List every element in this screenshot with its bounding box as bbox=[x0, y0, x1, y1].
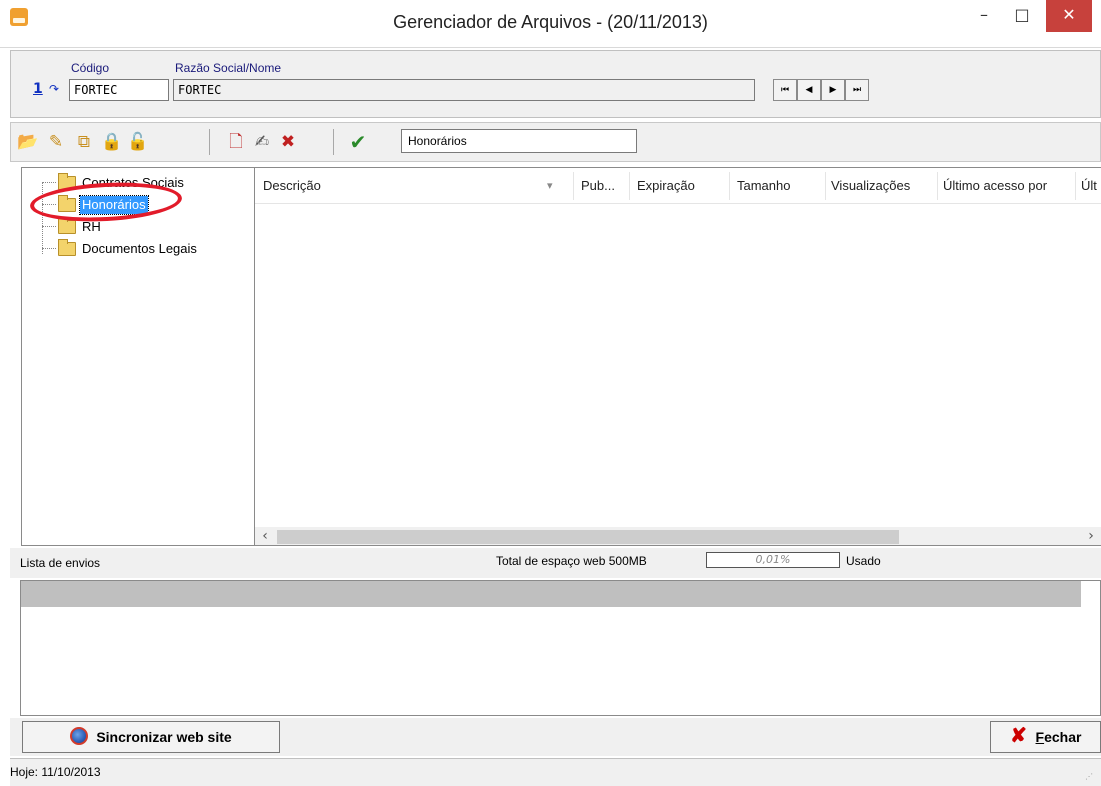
column-separator bbox=[937, 172, 938, 200]
first-record-button[interactable]: ⏮ bbox=[773, 79, 797, 101]
sync-icon bbox=[70, 727, 89, 746]
folder-tree: Contratos Sociais Honorários RH Document… bbox=[21, 167, 255, 546]
minimize-button[interactable]: – bbox=[970, 0, 998, 32]
tree-item-label: Documentos Legais bbox=[82, 241, 197, 256]
scroll-left-icon[interactable]: ‹ bbox=[255, 527, 275, 545]
tree-connector bbox=[42, 248, 56, 249]
close-button-label: Fechar bbox=[1035, 729, 1082, 745]
toolbar: 📂 ✎ ⧉ 🔒 🔓 🗋 ✍ ✖ ✔ Honorários bbox=[10, 122, 1101, 162]
tree-connector bbox=[42, 182, 56, 183]
total-space-label: Total de espaço web 500MB bbox=[496, 554, 647, 568]
column-separator bbox=[729, 172, 730, 200]
sync-website-button[interactable]: Sincronizar web site bbox=[22, 721, 280, 753]
razao-field[interactable]: FORTEC bbox=[173, 79, 755, 101]
next-record-button[interactable]: ▶ bbox=[821, 79, 845, 101]
scroll-thumb[interactable] bbox=[277, 530, 899, 544]
lock-icon[interactable]: 🔒 bbox=[101, 131, 123, 153]
column-header-visualizacoes[interactable]: Visualizações bbox=[831, 176, 937, 200]
column-separator bbox=[1075, 172, 1076, 200]
razao-label: Razão Social/Nome bbox=[175, 61, 282, 75]
column-separator bbox=[825, 172, 826, 200]
file-new-icon[interactable]: 🗋 bbox=[225, 131, 247, 153]
file-edit-icon[interactable]: ✍ bbox=[251, 131, 273, 153]
close-window-button[interactable]: ✕ bbox=[1046, 0, 1092, 32]
envios-list[interactable] bbox=[20, 580, 1101, 716]
column-separator bbox=[629, 172, 630, 200]
title-bar: Gerenciador de Arquivos - (20/11/2013) –… bbox=[0, 0, 1101, 48]
column-header-descricao[interactable]: Descrição bbox=[263, 176, 533, 200]
header-divider bbox=[255, 203, 1101, 204]
list-header-row bbox=[21, 581, 1081, 607]
column-header-tamanho[interactable]: Tamanho bbox=[737, 176, 823, 200]
envios-label: Lista de envios bbox=[20, 556, 101, 570]
toolbar-separator bbox=[209, 129, 210, 155]
tree-connector bbox=[42, 182, 43, 254]
column-header-ultimo-acesso[interactable]: Último acesso por bbox=[943, 176, 1075, 200]
tree-connector bbox=[42, 226, 56, 227]
tree-item-documentos[interactable]: Documentos Legais bbox=[58, 239, 248, 260]
sync-button-label: Sincronizar web site bbox=[96, 729, 232, 745]
button-bar: Sincronizar web site ✘ Fechar bbox=[10, 718, 1101, 756]
previous-record-button[interactable]: ◀ bbox=[797, 79, 821, 101]
status-date: Hoje: 11/10/2013 bbox=[10, 765, 101, 779]
maximize-button[interactable]: □ bbox=[1008, 0, 1036, 32]
column-header-pub[interactable]: Pub... bbox=[581, 176, 625, 200]
selected-folder-field[interactable]: Honorários bbox=[401, 129, 637, 153]
folder-copy-icon[interactable]: ⧉ bbox=[73, 131, 95, 153]
column-header-expiracao[interactable]: Expiração bbox=[637, 176, 727, 200]
header-panel: Código Razão Social/Nome 1 ↷ FORTEC FORT… bbox=[10, 50, 1101, 118]
scroll-right-icon[interactable]: › bbox=[1081, 527, 1101, 545]
column-separator bbox=[573, 172, 574, 200]
window-title: Gerenciador de Arquivos - (20/11/2013) bbox=[393, 12, 708, 32]
close-x-icon: ✘ bbox=[1010, 725, 1027, 748]
resize-grip-icon[interactable]: ⋰ bbox=[1085, 772, 1095, 782]
column-header-ult[interactable]: Últ bbox=[1081, 176, 1101, 200]
toolbar-separator bbox=[333, 129, 334, 155]
folder-icon bbox=[58, 217, 76, 234]
folder-new-icon[interactable]: 📂 bbox=[17, 131, 39, 153]
refresh-icon[interactable]: ↷ bbox=[49, 83, 61, 95]
file-delete-icon[interactable]: ✖ bbox=[277, 131, 299, 153]
check-icon[interactable]: ✔ bbox=[347, 131, 369, 153]
folder-icon bbox=[58, 239, 76, 256]
usage-progress: 0,01% bbox=[706, 552, 840, 568]
codigo-label: Código bbox=[71, 61, 110, 75]
envios-bar: Lista de envios Total de espaço web 500M… bbox=[10, 548, 1101, 578]
sort-arrow-icon[interactable]: ▾ bbox=[547, 176, 561, 200]
unlock-icon[interactable]: 🔓 bbox=[127, 131, 149, 153]
usado-label: Usado bbox=[846, 554, 881, 568]
codigo-field[interactable]: FORTEC bbox=[69, 79, 169, 101]
close-button[interactable]: ✘ Fechar bbox=[990, 721, 1101, 753]
horizontal-scrollbar[interactable]: ‹ › bbox=[255, 527, 1101, 545]
status-bar: Hoje: 11/10/2013 ⋰ bbox=[10, 758, 1101, 786]
folder-edit-icon[interactable]: ✎ bbox=[45, 131, 67, 153]
code-link[interactable]: 1 bbox=[33, 81, 43, 97]
last-record-button[interactable]: ⏭ bbox=[845, 79, 869, 101]
file-list: Descrição ▾ Pub... Expiração Tamanho Vis… bbox=[255, 167, 1101, 546]
